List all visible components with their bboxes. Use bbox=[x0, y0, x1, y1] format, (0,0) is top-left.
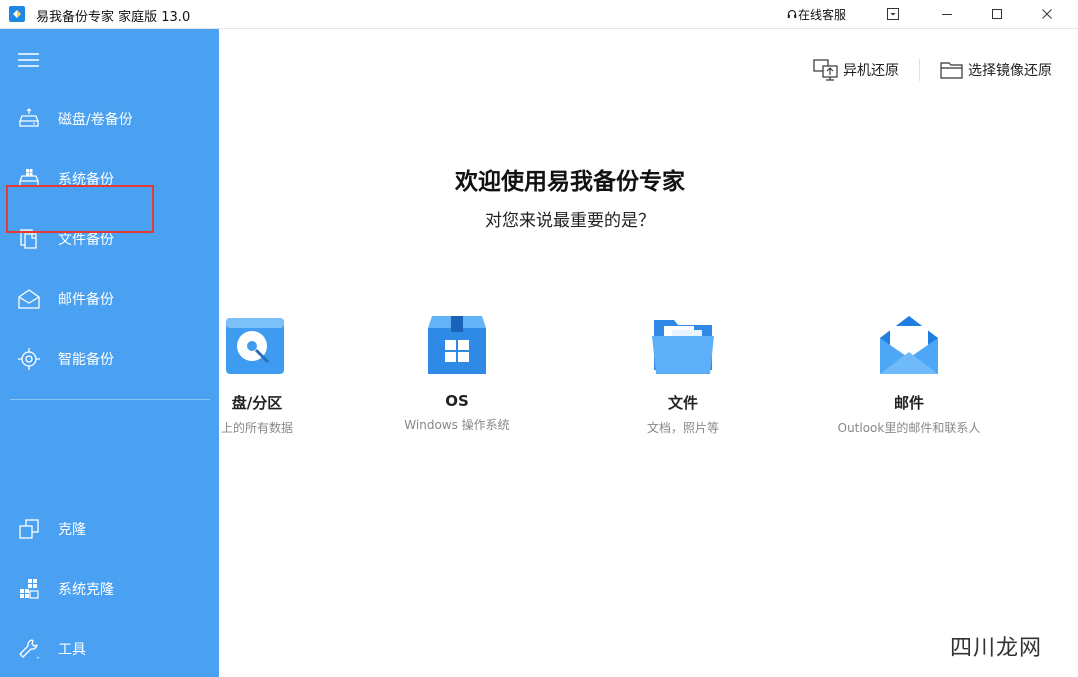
sidebar-item-label: 邮件备份 bbox=[58, 292, 114, 308]
card-description: Windows 操作系统 bbox=[404, 418, 510, 432]
card-title: OS bbox=[445, 392, 469, 410]
system-clone-icon bbox=[20, 579, 39, 599]
maximize-icon bbox=[992, 9, 1002, 19]
minimize-icon bbox=[942, 14, 952, 15]
sidebar-item-label: 系统克隆 bbox=[58, 582, 114, 598]
app-logo-icon bbox=[9, 6, 25, 22]
card-title: 文件 bbox=[667, 394, 698, 412]
smart-backup-icon bbox=[18, 348, 40, 370]
card-mail[interactable]: 邮件 Outlook里的邮件和联系人 bbox=[809, 312, 1009, 436]
window-title: 易我备份专家 家庭版 13.0 bbox=[36, 10, 191, 25]
sidebar-item-label: 磁盘/卷备份 bbox=[58, 112, 133, 128]
sidebar-item-label: 智能备份 bbox=[58, 352, 114, 368]
sidebar-item-label: 工具 bbox=[58, 642, 86, 658]
restore-image-label: 选择镜像还原 bbox=[968, 63, 1052, 79]
mail-envelope-icon bbox=[880, 316, 938, 374]
os-box-icon bbox=[428, 316, 486, 374]
menu-dropdown-button[interactable] bbox=[882, 3, 904, 25]
restore-to-other-machine-button[interactable]: 异机还原 bbox=[813, 59, 899, 81]
restore-other-label: 异机还原 bbox=[843, 63, 899, 79]
headset-icon bbox=[787, 10, 797, 18]
restore-other-machine-icon bbox=[813, 59, 838, 81]
sidebar-item-label: 克隆 bbox=[58, 522, 86, 538]
dropdown-menu-icon bbox=[887, 8, 899, 20]
card-files[interactable]: 文件 文档，照片等 bbox=[583, 312, 783, 436]
card-title: 邮件 bbox=[893, 394, 924, 412]
sidebar-item-label: 系统备份 bbox=[58, 172, 114, 188]
online-support-label: 在线客服 bbox=[798, 8, 847, 22]
title-bar: 易我备份专家 家庭版 13.0 在线客服 bbox=[0, 0, 1078, 29]
sidebar-item-system-backup[interactable]: 系统备份 bbox=[0, 157, 219, 201]
folder-icon bbox=[652, 320, 714, 374]
sidebar-item-tools[interactable]: 工具 bbox=[0, 627, 219, 671]
disk-backup-icon bbox=[19, 108, 39, 127]
card-disk-partition[interactable]: 盘/分区 上的所有数据 bbox=[157, 312, 357, 436]
card-description: Outlook里的邮件和联系人 bbox=[837, 421, 981, 435]
online-support-button[interactable]: 在线客服 bbox=[787, 6, 846, 23]
minimize-button[interactable] bbox=[936, 3, 958, 25]
file-backup-icon bbox=[20, 229, 37, 249]
maximize-button[interactable] bbox=[986, 3, 1008, 25]
sidebar-item-clone[interactable]: 克隆 bbox=[0, 507, 219, 551]
select-image-restore-button[interactable]: 选择镜像还原 bbox=[940, 59, 1052, 81]
clone-icon bbox=[19, 519, 39, 539]
card-description: 文档，照片等 bbox=[646, 421, 719, 435]
card-title: 盘/分区 bbox=[231, 394, 283, 412]
toolbar-divider bbox=[919, 59, 920, 81]
card-os[interactable]: OS Windows 操作系统 bbox=[357, 312, 557, 433]
close-icon bbox=[1042, 9, 1052, 19]
hamburger-menu-icon[interactable] bbox=[18, 52, 40, 68]
sidebar-item-disk-backup[interactable]: 磁盘/卷备份 bbox=[0, 97, 219, 141]
system-backup-icon bbox=[19, 169, 39, 187]
sidebar-item-file-backup[interactable]: 文件备份 bbox=[0, 217, 219, 261]
mail-backup-icon bbox=[18, 289, 40, 309]
folder-open-icon bbox=[940, 62, 963, 79]
disk-partition-icon bbox=[226, 318, 284, 374]
welcome-subtitle: 对您来说最重要的是？ bbox=[485, 211, 655, 231]
close-button[interactable] bbox=[1036, 3, 1058, 25]
sidebar-item-system-clone[interactable]: 系统克隆 bbox=[0, 567, 219, 611]
welcome-title: 欢迎使用易我备份专家 bbox=[455, 168, 685, 195]
card-description: 上的所有数据 bbox=[220, 421, 293, 435]
watermark-text: 四川龙网 bbox=[950, 636, 1043, 661]
wrench-icon bbox=[19, 639, 39, 659]
sidebar-item-label: 文件备份 bbox=[58, 232, 114, 248]
